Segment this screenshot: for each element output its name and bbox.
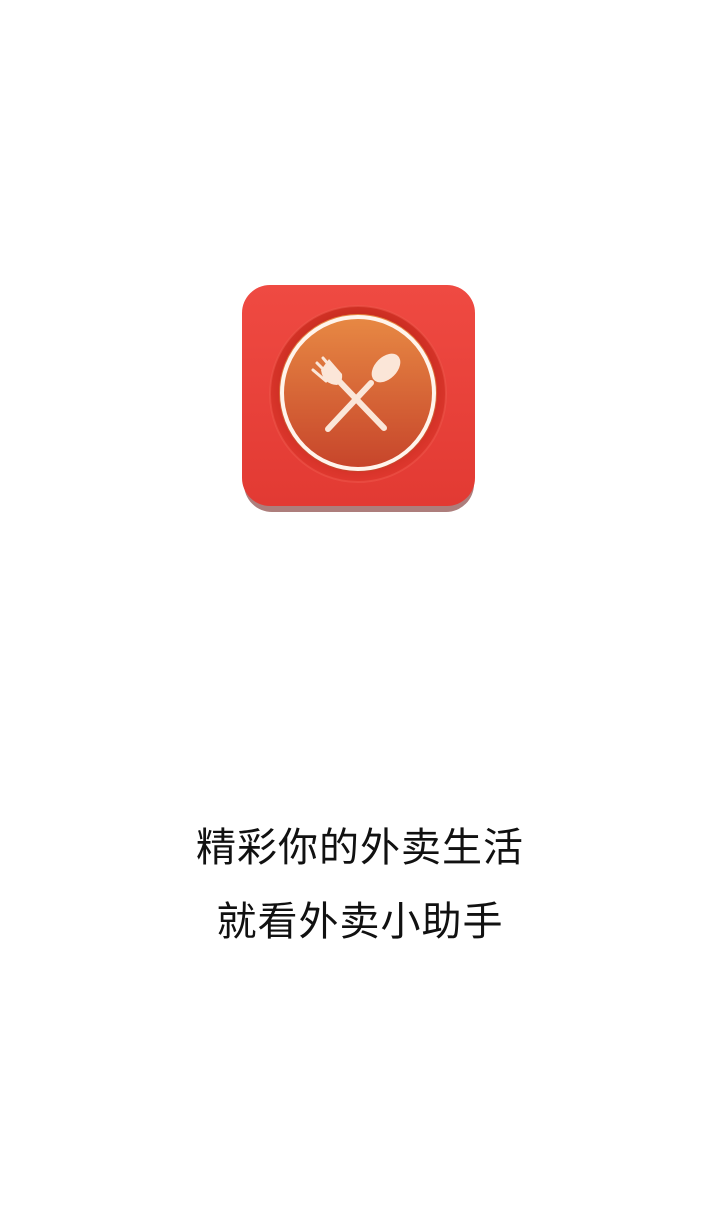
slogan-line-1: 精彩你的外卖生活 xyxy=(196,825,524,871)
slogan-line-2: 就看外卖小助手 xyxy=(216,899,504,945)
splash-screen: 精彩你的外卖生活 就看外卖小助手 xyxy=(0,0,720,1227)
app-logo-icon xyxy=(241,284,477,514)
